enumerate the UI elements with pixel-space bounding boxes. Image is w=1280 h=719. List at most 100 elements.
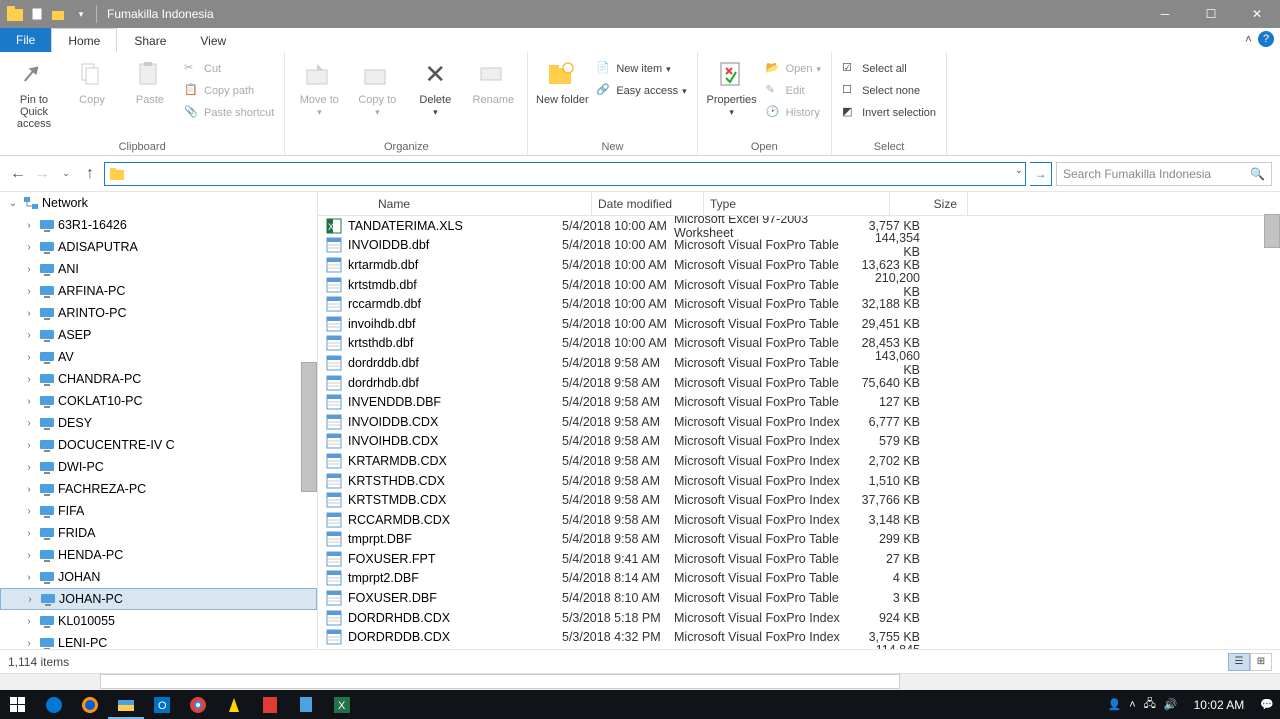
copy-to-button[interactable]: Copy to▾ [349,58,405,120]
file-row[interactable]: krtsthdb.dbf5/4/2018 10:00 AMMicrosoft V… [318,334,1280,354]
details-view-button[interactable]: ☰ [1228,653,1250,671]
tree-item[interactable]: ›ANI [0,258,317,280]
address-dropdown-icon[interactable]: ⌄ [1015,165,1023,176]
file-row[interactable]: invoihdb.dbf5/4/2018 10:00 AMMicrosoft V… [318,314,1280,334]
recent-dropdown-icon[interactable]: ⌄ [56,164,76,184]
file-row[interactable]: INVOIDDB.dbf5/4/2018 10:00 AMMicrosoft V… [318,236,1280,256]
volume-icon[interactable]: 🔊 [1164,698,1178,711]
excel-icon[interactable]: X [324,690,360,719]
file-row[interactable]: KRTARMDB.CDX5/4/2018 9:58 AMMicrosoft Vi… [318,451,1280,471]
tree-item[interactable]: ›HENDA-PC [0,544,317,566]
tree-item[interactable]: ›DESY [0,412,317,434]
file-row[interactable]: rccarmdb.dbf5/4/2018 10:00 AMMicrosoft V… [318,294,1280,314]
new-item-button[interactable]: 📄New item ▾ [592,58,690,80]
file-row[interactable]: krtstmdb.dbf5/4/2018 10:00 AMMicrosoft V… [318,275,1280,295]
tree-item[interactable]: ›KL010055 [0,610,317,632]
tree-item[interactable]: ›ARFINA-PC [0,280,317,302]
file-row[interactable]: dordrddb.dbf5/4/2018 9:58 AMMicrosoft Vi… [318,353,1280,373]
firefox-icon[interactable] [72,690,108,719]
taskbar[interactable]: O X 👤 ˄ 🖧 🔊 10:02 AM 💬 [0,690,1280,719]
tab-view[interactable]: View [183,28,243,52]
close-button[interactable]: ✕ [1234,0,1280,28]
column-name[interactable]: Name [348,192,592,215]
select-all-button[interactable]: ☑Select all [838,58,940,80]
action-center-icon[interactable]: 💬 [1260,698,1274,711]
explorer-icon[interactable] [108,690,144,719]
tree-item[interactable]: ›DWI-PC [0,456,317,478]
outlook-icon[interactable]: O [144,690,180,719]
file-row[interactable]: INVOIHDB.CDX5/4/2018 9:58 AMMicrosoft Vi… [318,432,1280,452]
column-date[interactable]: Date modified [592,192,704,215]
back-button[interactable]: ← [8,164,28,184]
help-icon[interactable]: ? [1258,31,1274,47]
notepad-icon[interactable] [288,690,324,719]
tab-home[interactable]: Home [51,28,117,52]
file-row[interactable]: DORDRDDB.CDX5/3/2018 4:32 PMMicrosoft Vi… [318,627,1280,647]
tree-item[interactable]: ›FIFA [0,500,317,522]
file-row[interactable]: tmprpt2.DBF5/4/2018 8:14 AMMicrosoft Vis… [318,569,1280,589]
file-row[interactable]: DORDRHDB.CDX5/3/2018 5:18 PMMicrosoft Vi… [318,608,1280,628]
file-row[interactable]: RCCARMDB.CDX5/4/2018 9:58 AMMicrosoft Vi… [318,510,1280,530]
tree-item[interactable]: ›COKLAT10-PC [0,390,317,412]
filelist-scrollbar[interactable] [1264,214,1280,248]
tree-item[interactable]: ›ARINTO-PC [0,302,317,324]
select-none-button[interactable]: ☐Select none [838,80,940,102]
tree-item[interactable]: ›63R1-16426 [0,214,317,236]
forward-button[interactable]: → [32,164,52,184]
go-button[interactable]: → [1030,162,1052,186]
tree-root-network[interactable]: ⌄Network [0,192,317,214]
copy-path-button[interactable]: 📋Copy path [180,80,278,102]
start-button[interactable] [0,690,36,719]
paste-shortcut-button[interactable]: 📎Paste shortcut [180,102,278,124]
column-headers[interactable]: Name Date modified Type Size [318,192,1280,216]
address-bar[interactable]: ⌄ [104,162,1026,186]
up-button[interactable]: ↑ [80,164,100,184]
tree-item[interactable]: ›LENI-PC [0,632,317,649]
column-size[interactable]: Size [890,192,968,215]
chrome-icon[interactable] [180,690,216,719]
copy-button[interactable]: Copy [64,58,120,108]
network-icon[interactable]: 🖧 [1144,695,1156,714]
ribbon-collapse-icon[interactable]: ˄ [1245,32,1252,46]
easy-access-button[interactable]: 🔗Easy access ▾ [592,80,690,102]
clock[interactable]: 10:02 AM [1186,698,1253,712]
file-row[interactable]: INVENDDB.DBF5/4/2018 9:58 AMMicrosoft Vi… [318,392,1280,412]
column-type[interactable]: Type [704,192,890,215]
file-row[interactable]: krtarmdb.dbf5/4/2018 10:00 AMMicrosoft V… [318,255,1280,275]
search-input[interactable]: Search Fumakilla Indonesia 🔍 [1056,162,1272,186]
qat-dropdown-icon[interactable]: ▾ [70,3,92,25]
tree-item[interactable]: ›FACHREZA-PC [0,478,317,500]
tree-item[interactable]: ›AV [0,346,317,368]
paste-button[interactable]: Paste [122,58,178,108]
app-icon-1[interactable] [216,690,252,719]
qat-newfolder-icon[interactable] [48,3,70,25]
open-button[interactable]: 📂Open ▾ [762,58,825,80]
file-row[interactable]: KRTSTHDB.CDX5/4/2018 9:58 AMMicrosoft Vi… [318,471,1280,491]
pin-quick-access-button[interactable]: Pin to Quick access [6,58,62,132]
new-folder-button[interactable]: New folder [534,58,590,108]
tab-file[interactable]: File [0,28,51,52]
edge-icon[interactable] [36,690,72,719]
file-row[interactable]: XTANDATERIMA.XLS5/4/2018 10:00 AMMicroso… [318,216,1280,236]
navigation-tree[interactable]: ⌄Network›63R1-16426›ADISAPUTRA›ANI›ARFIN… [0,192,318,649]
history-button[interactable]: 🕑History [762,102,825,124]
tree-item[interactable]: ›FRIDA [0,522,317,544]
tree-item[interactable]: ›CHANDRA-PC [0,368,317,390]
maximize-button[interactable]: ☐ [1188,0,1234,28]
file-row[interactable]: tmprpt.DBF5/4/2018 9:58 AMMicrosoft Visu… [318,530,1280,550]
tree-item[interactable]: ›ASEP [0,324,317,346]
invert-selection-button[interactable]: ◩Invert selection [838,102,940,124]
minimize-button[interactable]: ─ [1142,0,1188,28]
file-list[interactable]: XTANDATERIMA.XLS5/4/2018 10:00 AMMicroso… [318,216,1280,649]
qat-properties-icon[interactable] [26,3,48,25]
file-row[interactable]: FOXUSER.DBF5/4/2018 8:10 AMMicrosoft Vis… [318,588,1280,608]
people-icon[interactable]: 👤 [1107,698,1121,711]
file-row[interactable]: INVOIDDB.CDX5/4/2018 9:58 AMMicrosoft Vi… [318,412,1280,432]
tree-scrollbar[interactable] [301,362,317,492]
horizontal-scrollbar[interactable] [0,673,1280,690]
file-row[interactable]: FOXUSER.FPT5/4/2018 9:41 AMMicrosoft Vis… [318,549,1280,569]
tree-item[interactable]: ›JOHAN-PC [0,588,317,610]
file-row[interactable]: tran2dum.DBF5/3/2018 4:15 PMMicrosoft Vi… [318,647,1280,649]
rename-button[interactable]: Rename [465,58,521,108]
tray-chevron-icon[interactable]: ˄ [1129,699,1135,711]
